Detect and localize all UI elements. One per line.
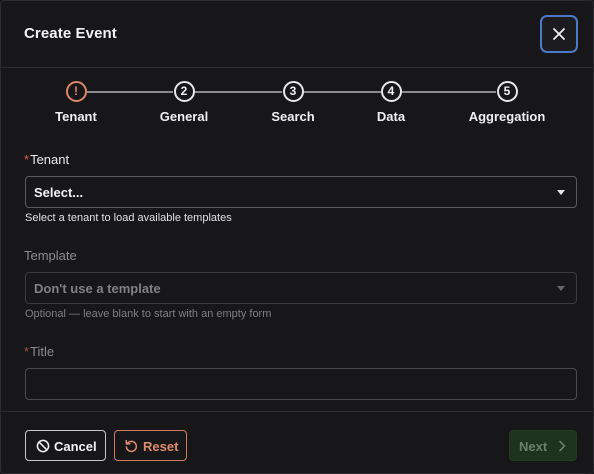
- step-data[interactable]: 4 Data: [336, 79, 446, 124]
- title-label: *Title: [24, 344, 54, 359]
- step-number: 5: [496, 81, 518, 102]
- tenant-helper-text: Select a tenant to load available templa…: [25, 212, 232, 224]
- template-select-value: Don't use a template: [34, 281, 161, 296]
- step-number: 2: [173, 81, 195, 102]
- template-label: Template: [24, 248, 77, 263]
- step-label: Tenant: [55, 109, 97, 124]
- chevron-down-icon: [557, 286, 565, 291]
- title-label-text: Title: [30, 344, 55, 359]
- reset-icon: [125, 439, 138, 453]
- step-number: 3: [282, 81, 304, 102]
- step-warning-icon: !: [65, 81, 87, 102]
- close-button[interactable]: [540, 15, 578, 53]
- template-select: Don't use a template: [25, 272, 577, 304]
- next-label: Next: [519, 439, 548, 454]
- cancel-button[interactable]: Cancel: [25, 430, 106, 461]
- create-event-dialog: Create Event ! Tenant 2 General 3 Search…: [0, 0, 594, 474]
- reset-button[interactable]: Reset: [114, 430, 187, 461]
- tenant-select-value: Select...: [34, 185, 84, 200]
- step-aggregation[interactable]: 5 Aggregation: [452, 79, 562, 124]
- template-helper-text: Optional — leave blank to start with an …: [25, 308, 272, 320]
- step-general[interactable]: 2 General: [129, 79, 239, 124]
- cancel-icon: [36, 439, 50, 453]
- required-marker: *: [24, 152, 30, 167]
- reset-label: Reset: [143, 439, 179, 454]
- dialog-footer: Cancel Reset Next: [1, 411, 593, 473]
- tenant-label-text: Tenant: [30, 152, 70, 167]
- dialog-header: Create Event: [1, 1, 593, 68]
- next-button[interactable]: Next: [509, 430, 577, 461]
- step-label: Aggregation: [468, 109, 546, 124]
- tenant-select[interactable]: Select...: [25, 176, 577, 208]
- chevron-right-icon: [559, 440, 566, 452]
- stepper: ! Tenant 2 General 3 Search 4 Data 5 Agg…: [1, 79, 593, 129]
- tenant-label: *Tenant: [24, 152, 69, 167]
- step-label: Data: [376, 109, 406, 124]
- dialog-title: Create Event: [24, 25, 117, 42]
- close-icon: [553, 28, 565, 40]
- step-label: General: [159, 109, 209, 124]
- step-search[interactable]: 3 Search: [238, 79, 348, 124]
- chevron-down-icon: [557, 190, 565, 195]
- title-input[interactable]: [25, 368, 577, 400]
- step-number: 4: [380, 81, 402, 102]
- required-marker: *: [24, 344, 30, 359]
- step-tenant[interactable]: ! Tenant: [21, 79, 131, 124]
- step-label: Search: [271, 109, 315, 124]
- cancel-label: Cancel: [54, 439, 97, 454]
